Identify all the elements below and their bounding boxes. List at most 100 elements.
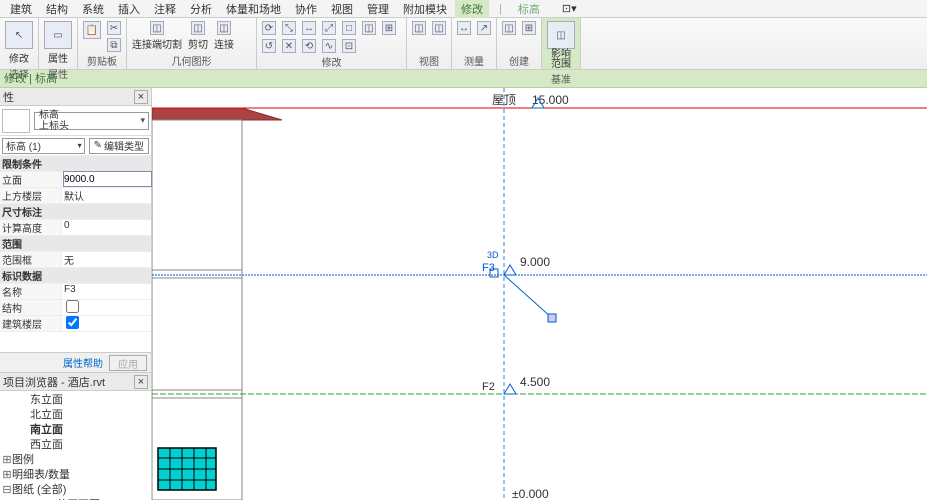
menu-item[interactable]: 分析 bbox=[184, 0, 218, 18]
properties-icon: ▭ bbox=[44, 21, 72, 49]
extent-icon: ◫ bbox=[547, 21, 575, 49]
copy-icon: ⧉ bbox=[107, 38, 121, 52]
modify-tool-button[interactable]: ⟳ bbox=[260, 20, 278, 36]
context-bar: 修改 | 标高 bbox=[0, 70, 927, 88]
tree-node-active[interactable]: 南立面 bbox=[2, 423, 149, 438]
modify-tool-button[interactable]: ↔ bbox=[300, 20, 318, 36]
prop-value[interactable]: 无 bbox=[62, 252, 151, 267]
modify-tool-button[interactable]: ⟲ bbox=[300, 38, 318, 54]
properties-panel: 性 × 标高 上标头 标高 (1) ✎编辑类型 限制条件 立面 上方楼层默认 尺… bbox=[0, 88, 152, 372]
type-dropdown[interactable]: 标高 上标头 bbox=[34, 112, 149, 130]
modify-tool-button[interactable]: ⤢ bbox=[320, 20, 338, 36]
create-button[interactable]: ◫ bbox=[500, 20, 518, 36]
ribbon-group-view: ◫◫ 视图 bbox=[407, 18, 452, 69]
close-icon[interactable]: × bbox=[134, 375, 148, 389]
prop-row-name: 名称F3 bbox=[0, 284, 151, 300]
menu-item-active[interactable]: 修改 bbox=[455, 0, 489, 18]
tree-node[interactable]: ⊞明细表/数量 bbox=[2, 468, 149, 483]
properties-help-link[interactable]: 属性帮助 bbox=[63, 355, 103, 370]
modify-tool-button[interactable]: □ bbox=[340, 20, 358, 36]
ribbon-group-select: ↖修改 选择 bbox=[0, 18, 39, 69]
modify-tool-button[interactable]: ⤡ bbox=[280, 20, 298, 36]
tool-icon: □ bbox=[342, 21, 356, 35]
instance-filter-dropdown[interactable]: 标高 (1) bbox=[2, 138, 85, 154]
drawing-canvas[interactable]: 屋顶 15.000 F3 9.000 3D F2 4.500 ±0.000 bbox=[152, 88, 927, 500]
tree-node[interactable]: 西立面 bbox=[2, 438, 149, 453]
ribbon-collapse-icon[interactable]: ⊡▾ bbox=[556, 1, 583, 16]
cut-geom-button[interactable]: ◫剪切 bbox=[186, 20, 210, 52]
prop-value[interactable]: 0 bbox=[62, 220, 151, 235]
view-button[interactable]: ◫ bbox=[410, 20, 428, 36]
prop-row-story-above: 上方楼层默认 bbox=[0, 188, 151, 204]
cope-button[interactable]: ◫连接端切割 bbox=[130, 20, 184, 52]
modify-tool-button[interactable]: ∿ bbox=[320, 38, 338, 54]
menu-item[interactable]: 系统 bbox=[76, 0, 110, 18]
propagate-extents-button[interactable]: ◫影响 范围 bbox=[545, 20, 577, 71]
copy-button[interactable]: ⧉ bbox=[105, 37, 123, 53]
category-constraints[interactable]: 限制条件 bbox=[0, 156, 151, 172]
view-button[interactable]: ◫ bbox=[430, 20, 448, 36]
tree-node[interactable]: ⊟图纸 (全部) bbox=[2, 483, 149, 498]
expand-icon[interactable]: ⊞ bbox=[2, 468, 12, 483]
ribbon: ↖修改 选择 ▭属性 属性 📋 ✂ ⧉ 剪贴板 ◫连接端切割 ◫剪切 ◫连接 几… bbox=[0, 18, 927, 70]
menu-item[interactable]: 体量和场地 bbox=[220, 0, 287, 18]
prop-value[interactable]: F3 bbox=[62, 284, 151, 299]
edit-type-button[interactable]: ✎编辑类型 bbox=[89, 138, 149, 154]
menu-item[interactable]: 结构 bbox=[40, 0, 74, 18]
category-identity[interactable]: 标识数据 bbox=[0, 268, 151, 284]
measure-button[interactable]: ↔ bbox=[455, 20, 473, 36]
view-icon: ◫ bbox=[432, 21, 446, 35]
modify-tool-button[interactable]: ◫ bbox=[360, 20, 378, 36]
join-button[interactable]: ◫连接 bbox=[212, 20, 236, 52]
menu-item[interactable]: 管理 bbox=[361, 0, 395, 18]
level-marker-icon[interactable] bbox=[504, 265, 516, 275]
tree-node[interactable]: 东立面 bbox=[2, 393, 149, 408]
menu-item[interactable]: 插入 bbox=[112, 0, 146, 18]
type-preview-icon bbox=[2, 109, 30, 133]
tool-icon: ⟳ bbox=[262, 21, 276, 35]
tree-node[interactable]: 北立面 bbox=[2, 408, 149, 423]
tool-icon: ✕ bbox=[282, 39, 296, 53]
properties-button[interactable]: ▭属性 bbox=[42, 20, 74, 66]
category-extent[interactable]: 范围 bbox=[0, 236, 151, 252]
apply-button[interactable]: 应用 bbox=[109, 355, 147, 371]
tool-icon: ⟲ bbox=[302, 39, 316, 53]
menu-item[interactable]: 视图 bbox=[325, 0, 359, 18]
arrow-icon: ↖ bbox=[5, 21, 33, 49]
create-button[interactable]: ⊞ bbox=[520, 20, 538, 36]
expand-icon[interactable]: ⊞ bbox=[2, 453, 12, 468]
3d-toggle-icon[interactable]: 3D bbox=[487, 250, 499, 260]
elevation-input[interactable] bbox=[64, 172, 151, 186]
cut-button[interactable]: ✂ bbox=[105, 20, 123, 36]
menu-item[interactable]: 建筑 bbox=[4, 0, 38, 18]
level-marker-icon[interactable] bbox=[504, 384, 516, 394]
measure-icon: ↔ bbox=[457, 21, 471, 35]
menu-item[interactable]: 协作 bbox=[289, 0, 323, 18]
modify-button[interactable]: ↖修改 bbox=[3, 20, 35, 66]
type-selector[interactable]: 标高 上标头 bbox=[0, 106, 151, 136]
menu-context-sub[interactable]: 标高 bbox=[512, 0, 546, 18]
prop-value[interactable]: 默认 bbox=[62, 188, 151, 203]
modify-tool-button[interactable]: ⊞ bbox=[380, 20, 398, 36]
collapse-icon[interactable]: ⊟ bbox=[2, 483, 12, 498]
group-label: 创建 bbox=[500, 53, 538, 69]
group-label: 几何图形 bbox=[130, 53, 253, 69]
structural-checkbox[interactable] bbox=[66, 300, 79, 313]
tree-node[interactable]: ⊞图例 bbox=[2, 453, 149, 468]
menu-item[interactable]: 注释 bbox=[148, 0, 182, 18]
category-dimensions[interactable]: 尺寸标注 bbox=[0, 204, 151, 220]
modify-tool-button[interactable]: ↺ bbox=[260, 38, 278, 54]
menu-item[interactable]: 附加模块 bbox=[397, 0, 453, 18]
close-icon[interactable]: × bbox=[134, 90, 148, 104]
building-story-checkbox[interactable] bbox=[66, 316, 79, 329]
group-label: 基准 bbox=[545, 71, 577, 87]
measure-button[interactable]: ↗ bbox=[475, 20, 493, 36]
panel-title-text: 项目浏览器 - 酒店.rvt bbox=[3, 374, 105, 390]
modify-tool-button[interactable]: ⊡ bbox=[340, 38, 358, 54]
paste-button[interactable]: 📋 bbox=[81, 20, 103, 40]
edit-type-row: 标高 (1) ✎编辑类型 bbox=[0, 136, 151, 156]
level-elev-roof: 15.000 bbox=[532, 93, 569, 107]
level-label-f3[interactable]: F3 bbox=[482, 262, 495, 274]
modify-tool-button[interactable]: ✕ bbox=[280, 38, 298, 54]
level-elev-f3[interactable]: 9.000 bbox=[520, 255, 550, 269]
